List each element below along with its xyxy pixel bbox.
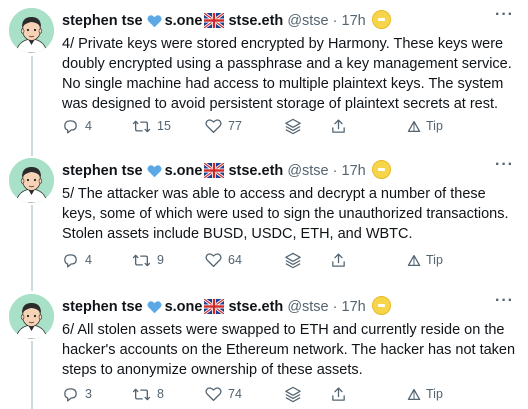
retweet-count: 8 (157, 387, 164, 401)
action-bar: 4 15 77 Tip (62, 116, 462, 136)
uk-flag-icon (203, 297, 226, 320)
reply-button[interactable]: 4 (62, 250, 92, 270)
ens-name[interactable]: stse.eth (228, 299, 283, 315)
separator-dot: · (332, 13, 338, 29)
tip-icon (407, 388, 421, 400)
gold-coin-icon (371, 160, 391, 179)
blue-heart-icon (147, 164, 162, 184)
retweet-count: 9 (157, 253, 164, 267)
avatar[interactable] (9, 158, 54, 203)
tweet-header: stephen tse s.one stse.eth @stse · 17h (62, 10, 391, 30)
stack-button[interactable] (283, 250, 303, 270)
tweet-text: 5/ The attacker was able to access and d… (62, 186, 509, 242)
tweet[interactable]: stephen tse s.one stse.eth @stse · 17h ···… (0, 286, 528, 409)
more-icon[interactable]: ··· (495, 156, 514, 174)
like-button[interactable]: 74 (205, 384, 242, 404)
tweet-text: 6/ All stolen assets were swapped to ETH… (62, 322, 516, 378)
tweet[interactable]: stephen tse s.one stse.eth @stse · 17h ···… (0, 0, 528, 150)
blue-heart-icon (147, 300, 162, 320)
avatar-illustration (9, 8, 54, 53)
reply-button[interactable]: 3 (62, 384, 92, 404)
like-icon (205, 119, 222, 134)
retweet-button[interactable]: 15 (132, 116, 171, 136)
reply-icon (64, 119, 77, 134)
reply-count: 3 (85, 387, 92, 401)
account-name[interactable]: s.one (165, 299, 203, 315)
like-button[interactable]: 77 (205, 116, 242, 136)
share-button[interactable] (330, 250, 347, 270)
more-icon[interactable]: ··· (495, 6, 514, 24)
tweet-text: 4/ Private keys were stored encrypted by… (62, 36, 512, 112)
uk-flag-icon (203, 11, 226, 34)
reply-icon (64, 387, 77, 402)
handle[interactable]: @stse (287, 13, 328, 29)
like-count: 64 (228, 253, 242, 267)
retweet-icon (132, 388, 151, 400)
gold-coin-icon (371, 10, 391, 29)
account-name[interactable]: s.one (165, 163, 203, 179)
reply-icon (64, 253, 77, 268)
ens-name[interactable]: stse.eth (228, 13, 283, 29)
gold-coin-icon (371, 296, 391, 315)
tip-button[interactable]: Tip (407, 250, 443, 270)
retweet-button[interactable]: 9 (132, 250, 164, 270)
tweet[interactable]: stephen tse s.one stse.eth @stse · 17h ···… (0, 150, 528, 286)
separator-dot: · (332, 299, 338, 315)
tip-icon (407, 120, 421, 132)
reply-button[interactable]: 4 (62, 116, 92, 136)
stack-button[interactable] (283, 384, 303, 404)
share-icon (332, 252, 345, 267)
author-name[interactable]: stephen tse (62, 13, 143, 29)
uk-flag-icon (203, 161, 226, 184)
action-bar: 4 9 64 Tip (62, 250, 462, 270)
author-name[interactable]: stephen tse (62, 163, 143, 179)
tip-icon (407, 254, 421, 266)
account-name[interactable]: s.one (165, 13, 203, 29)
stack-icon (285, 118, 301, 134)
reply-count: 4 (85, 119, 92, 133)
blue-heart-icon (147, 14, 162, 34)
like-count: 74 (228, 387, 242, 401)
avatar[interactable] (9, 294, 54, 339)
like-count: 77 (228, 119, 242, 133)
like-icon (205, 253, 222, 268)
tip-button[interactable]: Tip (407, 116, 443, 136)
like-button[interactable]: 64 (205, 250, 242, 270)
avatar-illustration (9, 158, 54, 203)
share-icon (332, 386, 345, 401)
like-icon (205, 387, 222, 402)
more-icon[interactable]: ··· (495, 292, 514, 310)
tip-label: Tip (426, 253, 443, 267)
timestamp[interactable]: 17h (342, 163, 366, 179)
timestamp[interactable]: 17h (342, 299, 366, 315)
retweet-icon (132, 120, 151, 132)
tip-button[interactable]: Tip (407, 384, 443, 404)
handle[interactable]: @stse (287, 299, 328, 315)
retweet-count: 15 (157, 119, 171, 133)
tip-label: Tip (426, 387, 443, 401)
ens-name[interactable]: stse.eth (228, 163, 283, 179)
stack-icon (285, 386, 301, 402)
avatar[interactable] (9, 8, 54, 53)
share-button[interactable] (330, 384, 347, 404)
tweet-header: stephen tse s.one stse.eth @stse · 17h (62, 160, 391, 180)
avatar-illustration (9, 294, 54, 339)
share-button[interactable] (330, 116, 347, 136)
retweet-button[interactable]: 8 (132, 384, 164, 404)
timestamp[interactable]: 17h (342, 13, 366, 29)
reply-count: 4 (85, 253, 92, 267)
separator-dot: · (332, 163, 338, 179)
author-name[interactable]: stephen tse (62, 299, 143, 315)
action-bar: 3 8 74 Tip (62, 384, 462, 404)
stack-icon (285, 252, 301, 268)
tweet-header: stephen tse s.one stse.eth @stse · 17h (62, 296, 391, 316)
retweet-icon (132, 254, 151, 266)
handle[interactable]: @stse (287, 163, 328, 179)
tip-label: Tip (426, 119, 443, 133)
stack-button[interactable] (283, 116, 303, 136)
share-icon (332, 118, 345, 133)
